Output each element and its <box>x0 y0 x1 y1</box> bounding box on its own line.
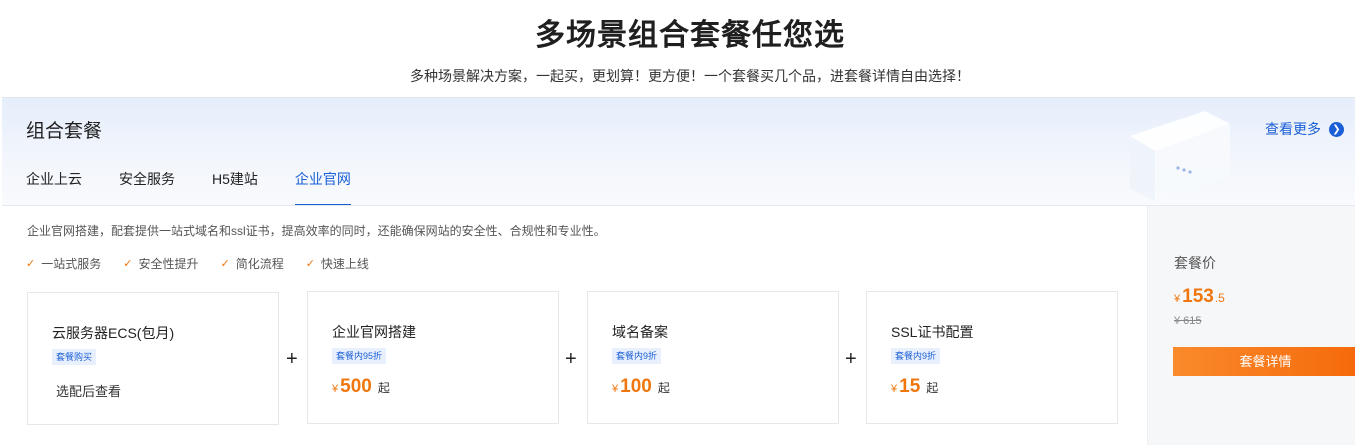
check-icon: ✓ <box>305 258 315 270</box>
page-title: 多场景组合套餐任您选 <box>535 19 845 52</box>
currency-symbol: ¥ <box>332 383 339 395</box>
package-price-integer: 153 <box>1182 286 1214 307</box>
panel-header: 组合套餐 查看更多 ❯ 企业上云 安全服务 H5建站 企业官网 <box>2 98 1355 206</box>
price-value: 500 <box>340 376 372 397</box>
feature-item: ✓ 一站式服务 <box>26 255 101 272</box>
plus-sign: + <box>565 348 577 370</box>
page-subtitle: 多种场景解决方案，一起买，更划算！更方便！一个套餐买几个品，进套餐详情自由选择！ <box>410 68 970 84</box>
price-value: 100 <box>620 376 652 397</box>
discount-badge: 套餐购买 <box>52 349 97 365</box>
product-card-website[interactable]: 企业官网搭建 套餐内95折 ¥ 500 起 <box>307 291 559 424</box>
product-name: SSL证书配置 <box>891 324 974 340</box>
product-price: ¥ 100 起 <box>612 376 670 398</box>
currency-symbol: ¥ <box>891 383 898 395</box>
product-price: ¥ 500 起 <box>332 376 390 398</box>
feature-label: 安全性提升 <box>138 257 199 271</box>
feature-label: 简化流程 <box>235 257 284 271</box>
tab-enterprise-website[interactable]: 企业官网 <box>294 158 351 205</box>
product-name: 云服务器ECS(包月) <box>52 325 175 341</box>
plus-sign: + <box>286 348 298 370</box>
server-illustration <box>1130 111 1230 201</box>
discount-badge: 套餐内9折 <box>612 348 662 364</box>
tab-h5-site[interactable]: H5建站 <box>212 158 258 205</box>
discount-badge: 套餐内9折 <box>891 348 941 364</box>
price-suffix: 起 <box>657 381 670 395</box>
product-card-domain[interactable]: 域名备案 套餐内9折 ¥ 100 起 <box>587 291 839 424</box>
view-more-link[interactable]: 查看更多 ❯ <box>1265 119 1344 139</box>
view-more-label: 查看更多 <box>1265 121 1321 137</box>
plus-sign: + <box>845 348 857 370</box>
price-suffix: 起 <box>377 381 390 395</box>
product-card-ecs[interactable]: 云服务器ECS(包月) 套餐购买 选配后查看 <box>27 292 279 425</box>
discount-badge: 套餐内95折 <box>332 348 387 364</box>
product-name: 域名备案 <box>612 324 668 340</box>
currency-symbol: ¥ <box>612 383 619 395</box>
package-description: 企业官网搭建，配套提供一站式域名和ssl证书，提高效率的同时，还能确保网站的安全… <box>27 224 606 238</box>
feature-label: 快速上线 <box>320 257 369 271</box>
feature-item: ✓ 安全性提升 <box>123 255 198 272</box>
product-name: 企业官网搭建 <box>332 324 416 340</box>
price-value: 15 <box>899 376 921 397</box>
product-price: ¥ 15 起 <box>891 376 938 398</box>
original-price: ¥ 615 <box>1174 315 1202 327</box>
feature-item: ✓ 简化流程 <box>220 255 283 272</box>
tab-security-service[interactable]: 安全服务 <box>119 158 175 205</box>
check-icon: ✓ <box>123 258 133 270</box>
view-after-config: 选配后查看 <box>56 384 122 399</box>
package-price-decimal: .5 <box>1214 291 1225 305</box>
tab-bar: 企业上云 安全服务 H5建站 企业官网 <box>26 158 388 205</box>
price-suffix: 起 <box>926 381 939 395</box>
package-summary: 套餐价 ¥ 153 .5 ¥ 615 套餐详情 <box>1147 206 1355 445</box>
feature-list: ✓ 一站式服务 ✓ 安全性提升 ✓ 简化流程 ✓ 快速上线 <box>26 255 391 272</box>
check-icon: ✓ <box>26 258 36 270</box>
package-details-button[interactable]: 套餐详情 <box>1173 347 1355 376</box>
package-price-label: 套餐价 <box>1174 255 1216 271</box>
tab-enterprise-cloud[interactable]: 企业上云 <box>26 158 82 205</box>
package-price: ¥ 153 .5 <box>1174 286 1225 308</box>
panel-title: 组合套餐 <box>26 121 103 142</box>
product-card-ssl[interactable]: SSL证书配置 套餐内9折 ¥ 15 起 <box>866 291 1118 424</box>
feature-item: ✓ 快速上线 <box>306 255 369 272</box>
feature-label: 一站式服务 <box>41 257 102 271</box>
currency-symbol: ¥ <box>1174 293 1181 305</box>
chevron-right-circle-icon: ❯ <box>1329 121 1344 137</box>
check-icon: ✓ <box>220 258 230 270</box>
